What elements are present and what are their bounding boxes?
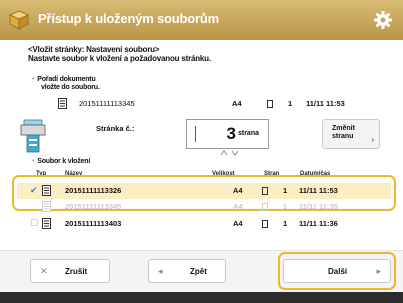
instruction-line-1: <Vložit stránky: Nastavení souboru> [28, 45, 160, 54]
row-file-pages: 1 [283, 186, 288, 195]
box-icon [9, 10, 29, 30]
printer-icon [20, 119, 46, 153]
table-row[interactable]: ☐ 20151111113403 A4 1 11/11 11:36 [28, 218, 384, 231]
page-number-unit: strana [237, 130, 259, 137]
target-header-line-1: Pořadí dokumentu [37, 76, 96, 83]
chevron-left-icon: ◂ [158, 266, 163, 276]
row-file-size: A4 [233, 186, 243, 195]
status-footer [0, 292, 403, 303]
close-icon: ✕ [40, 266, 48, 276]
row-file-date: 11/11 11:35 [299, 202, 338, 211]
text-caret [195, 126, 196, 142]
bullet-icon: • [32, 158, 35, 165]
row-file-size: A4 [233, 219, 243, 228]
next-button-focus-frame [278, 252, 396, 290]
document-icon [42, 218, 51, 231]
chevron-right-icon: › [371, 135, 374, 144]
target-section-header: • Pořadí dokumentu vložte do souboru. [32, 76, 100, 92]
row-file-date: 11/11 11:36 [299, 219, 338, 228]
instruction-line-2: Nastavte soubor k vložení a požadovanou … [28, 54, 211, 63]
row-file-name: 20151111113345 [65, 202, 122, 211]
bullet-icon: • [32, 76, 35, 83]
gear-icon[interactable] [373, 10, 393, 30]
back-label: Zpět [190, 267, 207, 276]
window-title: Přístup k uloženým souborům [38, 11, 219, 26]
checkbox-icon: ☐ [30, 218, 39, 228]
table-row[interactable]: ✔ 20151111113326 A4 1 11/11 11:53 [28, 185, 384, 198]
back-button[interactable]: ◂ Zpět [148, 259, 226, 283]
page-count-icon [267, 99, 273, 109]
row-file-date: 11/11 11:53 [299, 186, 338, 195]
change-page-button[interactable]: Změnit stranu › [322, 119, 380, 149]
document-icon [42, 185, 51, 198]
page-count-icon [262, 202, 268, 212]
row-file-name: 20151111113326 [65, 186, 122, 195]
change-page-label: Změnit stranu [332, 125, 355, 140]
cancel-label: Zrušit [65, 267, 88, 276]
stepper-arrows-icon[interactable] [220, 149, 240, 157]
page-number-input[interactable]: 3 strana [186, 119, 269, 149]
document-icon [42, 201, 51, 214]
instructions: <Vložit stránky: Nastavení souboru> Nast… [28, 45, 211, 63]
page-count-icon [262, 219, 268, 229]
page-number-value: 3 [226, 124, 236, 143]
row-file-pages: 1 [283, 219, 288, 228]
row-file-name: 20151111113403 [65, 219, 122, 228]
target-file-name: 20151111113345 [79, 99, 135, 108]
target-header-line-2: vložte do souboru. [41, 84, 100, 91]
file-list-header-label: Soubor k vložení [37, 158, 91, 165]
target-file-size: A4 [232, 99, 242, 108]
row-file-size: A4 [233, 202, 243, 211]
cancel-button[interactable]: ✕ Zrušit [30, 259, 110, 283]
target-file-pages: 1 [288, 99, 293, 108]
table-row[interactable]: 20151111113345 A4 1 11/11 11:35 [28, 201, 384, 214]
document-icon [58, 98, 67, 111]
target-file-row: 20151111113345 A4 1 11/11 11:53 [50, 98, 395, 111]
row-file-pages: 1 [283, 202, 288, 211]
page-count-icon [262, 186, 268, 196]
page-number-label: Stránka č.: [96, 124, 135, 133]
title-bar: Přístup k uloženým souborům [0, 0, 403, 40]
checkmark-icon: ✔ [30, 185, 38, 195]
file-list-header: • Soubor k vložení [32, 158, 90, 166]
target-file-date: 11/11 11:53 [306, 99, 345, 108]
